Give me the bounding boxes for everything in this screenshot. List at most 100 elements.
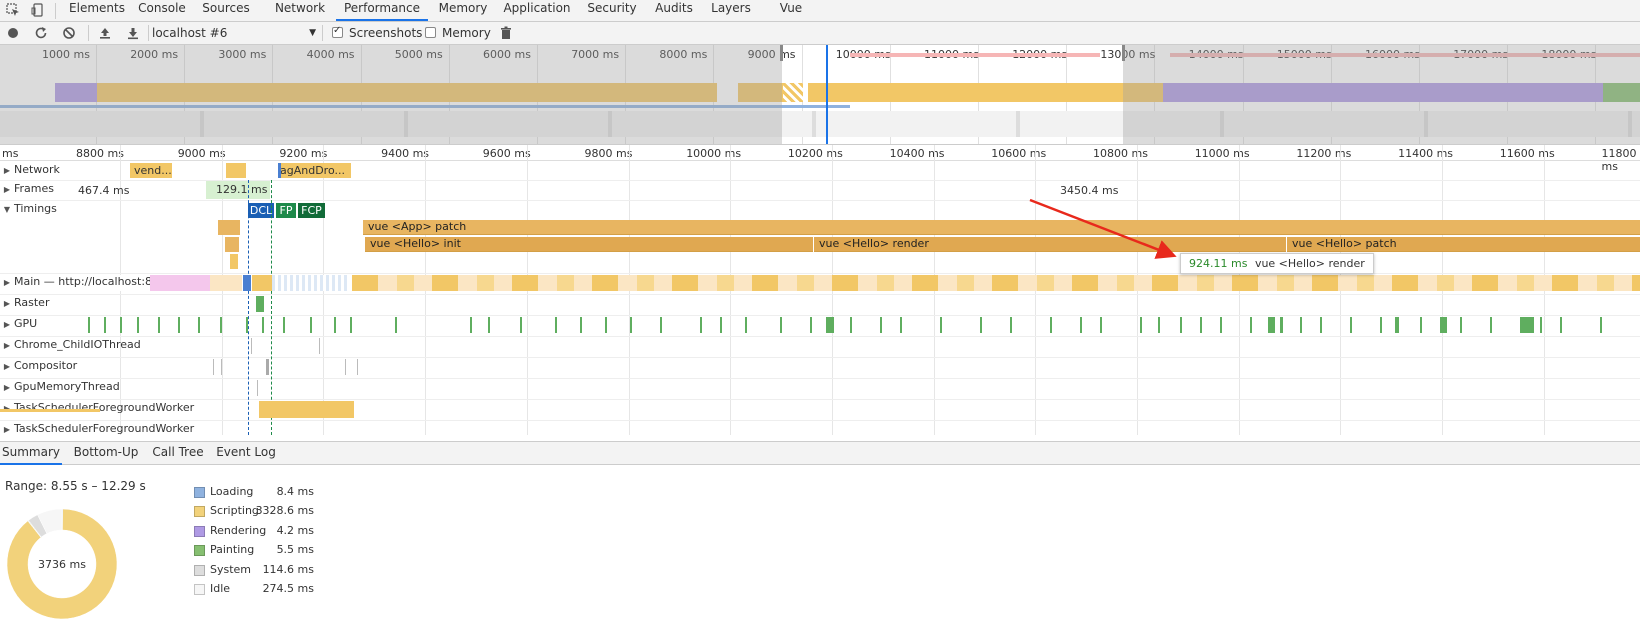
gpu-task[interactable] bbox=[220, 317, 222, 333]
gpu-task[interactable] bbox=[1520, 317, 1534, 333]
thread-task[interactable] bbox=[257, 380, 258, 396]
main-activity[interactable] bbox=[150, 275, 210, 291]
gpu-task[interactable] bbox=[810, 317, 812, 333]
clear-icon[interactable] bbox=[62, 26, 76, 40]
gpu-task[interactable] bbox=[1460, 317, 1462, 333]
track-compositor[interactable]: ▶ Compositor bbox=[0, 359, 77, 375]
collapse-triangle-icon[interactable]: ▼ bbox=[0, 205, 14, 214]
tab-layers[interactable]: Layers bbox=[709, 0, 753, 21]
inspect-element-icon[interactable] bbox=[6, 3, 20, 17]
tab-vue[interactable]: Vue bbox=[770, 0, 812, 21]
tab-audits[interactable]: Audits bbox=[653, 0, 695, 21]
gpu-task[interactable] bbox=[1180, 317, 1182, 333]
gpu-task[interactable] bbox=[120, 317, 122, 333]
tab-summary[interactable]: Summary bbox=[0, 442, 62, 465]
expand-triangle-icon[interactable]: ▶ bbox=[0, 425, 14, 434]
thread-task[interactable] bbox=[213, 359, 214, 375]
timing-hello-render[interactable]: vue <Hello> render bbox=[814, 237, 1286, 252]
gpu-task[interactable] bbox=[1490, 317, 1492, 333]
gpu-task[interactable] bbox=[880, 317, 882, 333]
gpu-task[interactable] bbox=[334, 317, 336, 333]
gpu-task[interactable] bbox=[980, 317, 982, 333]
gpu-task[interactable] bbox=[1600, 317, 1602, 333]
screenshots-checkbox[interactable] bbox=[332, 25, 343, 38]
timing-app-patch[interactable]: vue <App> patch bbox=[363, 220, 1640, 235]
device-toolbar-icon[interactable] bbox=[31, 3, 45, 17]
fp-marker[interactable]: FP bbox=[276, 203, 296, 218]
track-raster[interactable]: ▶ Raster bbox=[0, 296, 50, 312]
network-request[interactable]: agAndDro... bbox=[278, 163, 351, 178]
gpu-task[interactable] bbox=[900, 317, 902, 333]
gpu-task[interactable] bbox=[246, 317, 248, 333]
gpu-task[interactable] bbox=[262, 317, 264, 333]
tab-elements[interactable]: Elements bbox=[65, 0, 129, 21]
expand-triangle-icon[interactable]: ▶ bbox=[0, 299, 14, 308]
gpu-task[interactable] bbox=[1560, 317, 1562, 333]
thread-task[interactable] bbox=[345, 359, 346, 375]
tab-call-tree[interactable]: Call Tree bbox=[150, 442, 206, 465]
timing-hello-patch[interactable]: vue <Hello> patch bbox=[1287, 237, 1640, 252]
gpu-task[interactable] bbox=[1220, 317, 1222, 333]
gpu-task[interactable] bbox=[1420, 317, 1422, 333]
thread-task[interactable] bbox=[266, 359, 269, 375]
track-gpu[interactable]: ▶ GPU bbox=[0, 317, 37, 333]
gpu-task[interactable] bbox=[395, 317, 397, 333]
timing-bar[interactable] bbox=[225, 237, 239, 252]
timing-hello-init[interactable]: vue <Hello> init bbox=[365, 237, 813, 252]
upload-icon[interactable] bbox=[98, 26, 112, 40]
gpu-task[interactable] bbox=[940, 317, 942, 333]
main-activity[interactable] bbox=[210, 275, 242, 291]
fcp-marker[interactable]: FCP bbox=[298, 203, 325, 218]
expand-triangle-icon[interactable]: ▶ bbox=[0, 320, 14, 329]
raster-task[interactable] bbox=[256, 296, 264, 312]
gpu-task[interactable] bbox=[1050, 317, 1052, 333]
gpu-task[interactable] bbox=[488, 317, 490, 333]
gpu-task[interactable] bbox=[198, 317, 200, 333]
track-frames[interactable]: ▶ Frames bbox=[0, 182, 54, 198]
record-icon[interactable] bbox=[6, 26, 20, 40]
track-gpumem[interactable]: ▶ GpuMemoryThread bbox=[0, 380, 120, 396]
gpu-task[interactable] bbox=[1080, 317, 1082, 333]
gpu-task[interactable] bbox=[1100, 317, 1102, 333]
gpu-task[interactable] bbox=[1380, 317, 1382, 333]
download-icon[interactable] bbox=[126, 26, 140, 40]
gpu-task[interactable] bbox=[1395, 317, 1399, 333]
gpu-task[interactable] bbox=[1320, 317, 1322, 333]
gpu-task[interactable] bbox=[780, 317, 782, 333]
gpu-task[interactable] bbox=[630, 317, 632, 333]
gpu-task[interactable] bbox=[1010, 317, 1012, 333]
tab-memory[interactable]: Memory bbox=[436, 0, 490, 21]
worker-task[interactable] bbox=[259, 401, 354, 418]
track-network[interactable]: ▶ Network bbox=[0, 163, 60, 179]
gpu-task[interactable] bbox=[178, 317, 180, 333]
gpu-task[interactable] bbox=[1440, 317, 1447, 333]
thread-task[interactable] bbox=[357, 359, 358, 375]
network-request[interactable] bbox=[226, 163, 246, 178]
expand-triangle-icon[interactable]: ▶ bbox=[0, 362, 14, 371]
frame-block[interactable]: 129.1 ms bbox=[206, 181, 270, 199]
overview-selection-handle-left[interactable] bbox=[780, 45, 783, 61]
network-request[interactable]: vend... bbox=[130, 163, 172, 178]
tab-application[interactable]: Application bbox=[503, 0, 571, 21]
gpu-task[interactable] bbox=[137, 317, 139, 333]
gpu-task[interactable] bbox=[660, 317, 662, 333]
gpu-task[interactable] bbox=[283, 317, 285, 333]
gpu-task[interactable] bbox=[1300, 317, 1302, 333]
expand-triangle-icon[interactable]: ▶ bbox=[0, 278, 14, 287]
profile-select[interactable]: localhost #6 ▼ bbox=[152, 24, 318, 42]
gpu-task[interactable] bbox=[1140, 317, 1142, 333]
track-childio[interactable]: ▶ Chrome_ChildIOThread bbox=[0, 338, 141, 354]
tab-bottom-up[interactable]: Bottom-Up bbox=[72, 442, 140, 465]
gpu-task[interactable] bbox=[580, 317, 582, 333]
overview-selection-handle-right[interactable] bbox=[1122, 45, 1125, 61]
thread-task[interactable] bbox=[319, 338, 320, 354]
timeline-overview[interactable]: 1000 ms 2000 ms 3000 ms 4000 ms 5000 ms 6000 … bbox=[0, 45, 1640, 145]
thread-task[interactable] bbox=[221, 359, 222, 375]
gpu-task[interactable] bbox=[555, 317, 557, 333]
main-scripting-activity[interactable] bbox=[352, 275, 1640, 291]
expand-triangle-icon[interactable]: ▶ bbox=[0, 341, 14, 350]
memory-checkbox[interactable] bbox=[425, 27, 436, 38]
gpu-task[interactable] bbox=[310, 317, 312, 333]
main-activity[interactable] bbox=[243, 275, 251, 291]
gpu-task[interactable] bbox=[1280, 317, 1283, 333]
